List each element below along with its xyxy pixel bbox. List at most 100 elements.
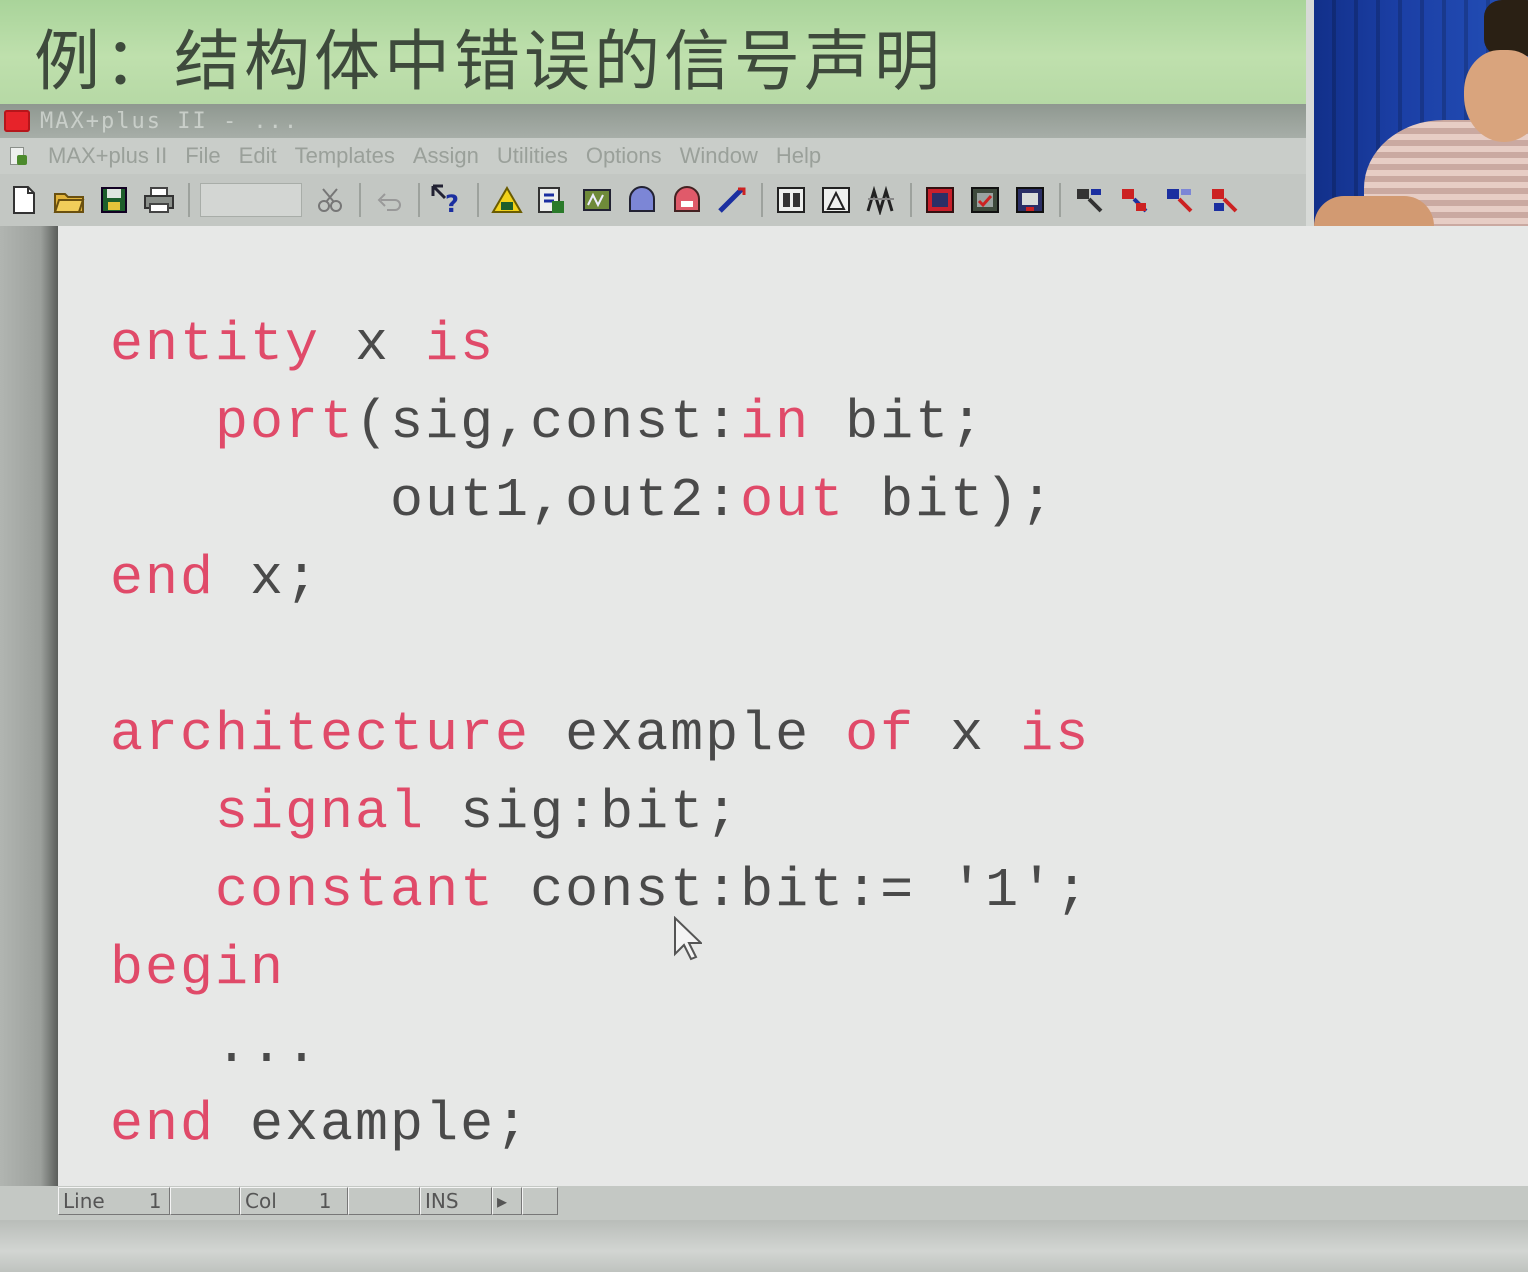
- font-name-field[interactable]: [200, 183, 302, 217]
- code-keyword: signal: [215, 781, 426, 844]
- window-titlebar[interactable]: MAX+plus II - ...: [0, 104, 1306, 138]
- code-keyword: port: [215, 391, 356, 454]
- menu-item-templates[interactable]: Templates: [295, 143, 395, 169]
- status-scroll-panel[interactable]: ▸: [492, 1187, 522, 1215]
- code-line: end example;: [110, 1086, 1090, 1164]
- code-block: entity x is port(sig,const:in bit; out1,…: [110, 306, 1090, 1164]
- menu-item-assign[interactable]: Assign: [413, 143, 479, 169]
- toolbar-separator: [359, 183, 361, 217]
- code-keyword: begin: [110, 937, 286, 1000]
- toolbar-separator: [418, 183, 420, 217]
- mouse-cursor-icon: [674, 916, 702, 961]
- svg-text:?: ?: [445, 190, 459, 216]
- menu-item-help[interactable]: Help: [776, 143, 821, 169]
- editor-gutter: [0, 226, 58, 1186]
- code-line: entity x is: [110, 306, 1090, 384]
- code-text: example;: [215, 1093, 531, 1156]
- code-keyword: end: [110, 1093, 216, 1156]
- slide-title-band: 例：结构体中错误的信号声明: [0, 0, 1310, 104]
- program-run-icon[interactable]: [1161, 182, 1197, 218]
- code-keyword: of: [845, 703, 916, 766]
- code-text: const:bit:= '1';: [495, 859, 1091, 922]
- help-icon[interactable]: ?: [430, 182, 466, 218]
- toolbar: ?: [0, 174, 1306, 226]
- document-menu-icon[interactable]: [8, 145, 30, 167]
- status-bar: Line 1 Col 1 INS ▸: [0, 1186, 1528, 1220]
- sim-run-icon[interactable]: [1071, 182, 1107, 218]
- toolbar-separator: [761, 183, 763, 217]
- toolbar-separator: [477, 183, 479, 217]
- code-keyword: is: [1020, 703, 1091, 766]
- code-text: x: [915, 703, 1021, 766]
- status-line-value: 1: [148, 1189, 162, 1213]
- status-col-value: 1: [318, 1189, 332, 1213]
- hierarchy-icon[interactable]: [489, 182, 525, 218]
- code-line: port(sig,const:in bit;: [110, 384, 1090, 462]
- app-icon[interactable]: [4, 110, 30, 132]
- code-keyword: architecture: [110, 703, 531, 766]
- code-text: sig:bit;: [425, 781, 741, 844]
- code-keyword: in: [740, 391, 811, 454]
- open-folder-icon[interactable]: [51, 182, 87, 218]
- status-line-spacer: [170, 1187, 240, 1215]
- status-scroll-arrow-icon[interactable]: ▸: [497, 1189, 507, 1213]
- programmer-icon[interactable]: [669, 182, 705, 218]
- code-text: out1,out2:: [110, 469, 741, 532]
- symbol-icon[interactable]: [818, 182, 854, 218]
- save-check-icon[interactable]: [967, 182, 1003, 218]
- code-text: x;: [215, 547, 321, 610]
- code-line: end x;: [110, 540, 1090, 618]
- code-text: (sig,const:: [355, 391, 741, 454]
- window-title: MAX+plus II - ...: [40, 108, 300, 134]
- code-line: signal sig:bit;: [110, 774, 1090, 852]
- status-line-label: Line: [63, 1189, 105, 1213]
- configure-icon[interactable]: [1206, 182, 1242, 218]
- simulator-icon[interactable]: [579, 182, 615, 218]
- compile-run-icon[interactable]: [1012, 182, 1048, 218]
- menu-item-utilities[interactable]: Utilities: [497, 143, 568, 169]
- status-col-panel: Col 1: [240, 1187, 348, 1215]
- code-text: ...: [110, 1015, 321, 1078]
- toolbar-separator: [188, 183, 190, 217]
- code-line: begin: [110, 930, 1090, 1008]
- save-icon[interactable]: [96, 182, 132, 218]
- code-keyword: end: [110, 547, 216, 610]
- code-text: example: [530, 703, 846, 766]
- cut-icon[interactable]: [312, 182, 348, 218]
- taskbar-area: [0, 1220, 1528, 1272]
- code-line: out1,out2:out bit);: [110, 462, 1090, 540]
- undo-icon[interactable]: [371, 182, 407, 218]
- status-extra-panel: [522, 1187, 558, 1215]
- code-text: bit;: [810, 391, 986, 454]
- print-icon[interactable]: [141, 182, 177, 218]
- status-mode: INS: [425, 1189, 459, 1213]
- menu-item-file[interactable]: File: [185, 143, 220, 169]
- new-file-icon[interactable]: [6, 182, 42, 218]
- status-mode-panel: INS: [420, 1187, 492, 1215]
- timing-run-icon[interactable]: [1116, 182, 1152, 218]
- code-keyword: out: [740, 469, 846, 532]
- waveform-icon[interactable]: [863, 182, 899, 218]
- menu-item-window[interactable]: Window: [680, 143, 758, 169]
- project-icon[interactable]: [922, 182, 958, 218]
- slide-title: 例：结构体中错误的信号声明: [34, 23, 944, 100]
- compiler-icon[interactable]: [534, 182, 570, 218]
- status-line-panel: Line 1: [58, 1187, 170, 1215]
- menu-item-maxplus[interactable]: MAX+plus II: [48, 143, 167, 169]
- code-text: x: [320, 313, 426, 376]
- floorplan-icon[interactable]: [773, 182, 809, 218]
- code-text: bit);: [845, 469, 1056, 532]
- code-line: constant const:bit:= '1';: [110, 852, 1090, 930]
- timing-icon[interactable]: [624, 182, 660, 218]
- menu-item-options[interactable]: Options: [586, 143, 662, 169]
- toolbar-separator: [1059, 183, 1061, 217]
- code-keyword: constant: [215, 859, 496, 922]
- menu-bar: MAX+plus II File Edit Templates Assign U…: [0, 138, 1306, 174]
- code-keyword: entity: [110, 313, 321, 376]
- status-col-label: Col: [245, 1189, 277, 1213]
- graphic-editor-icon[interactable]: [714, 182, 750, 218]
- menu-item-edit[interactable]: Edit: [239, 143, 277, 169]
- status-col-spacer: [348, 1187, 420, 1215]
